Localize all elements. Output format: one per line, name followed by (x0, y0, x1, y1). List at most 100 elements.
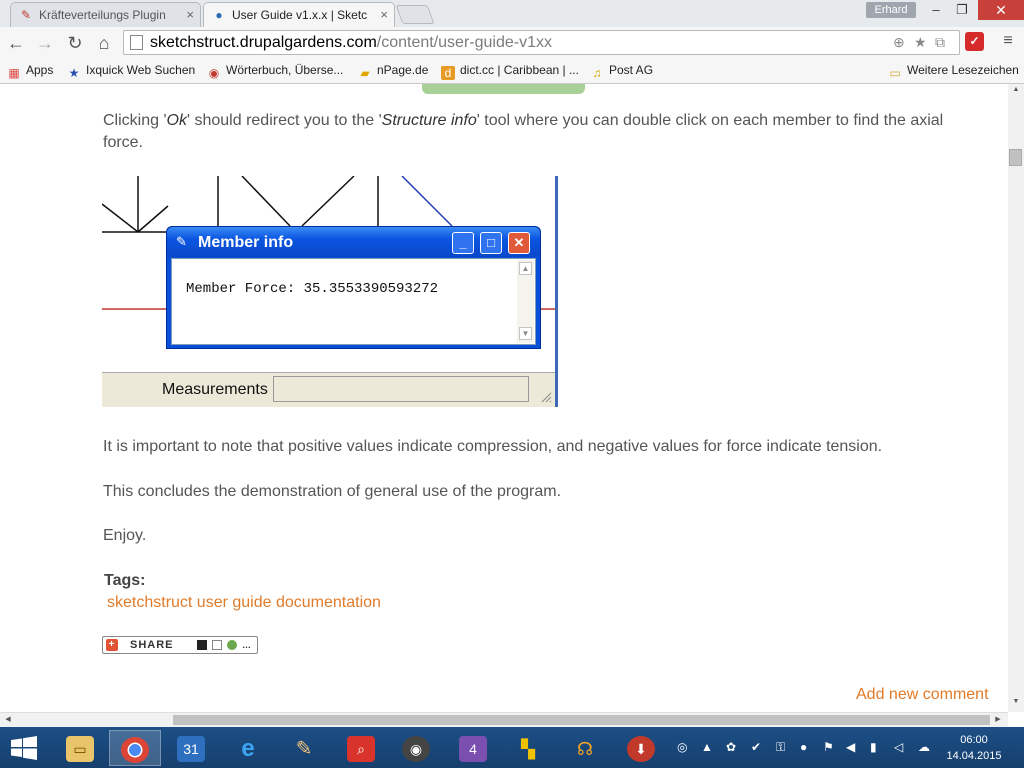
share-button[interactable]: + SHARE … (102, 636, 258, 654)
taskbar-pdf-app[interactable]: ⌕ (335, 730, 387, 766)
share-label: SHARE (130, 639, 174, 651)
taskbar-download-app[interactable]: ⬇ (615, 730, 667, 766)
menu-icon[interactable]: ≡ (998, 31, 1018, 51)
scroll-thumb[interactable] (173, 715, 990, 725)
blocks-icon: ▚ (521, 739, 535, 759)
digg-icon (212, 640, 222, 650)
drupal-icon: ● (215, 8, 223, 22)
tray-red-icon[interactable]: ● (800, 740, 807, 754)
tab-user-guide[interactable]: ● User Guide v1.x.x | Sketch × (203, 2, 395, 27)
windows-taskbar: ▭ 31 e ✎ ⌕ ◉ 4 ▚ ☊ ⬇ ◎ ▲ ✿ ✔ ⚿ ● ⚑ ◀ ▮ ◁… (0, 727, 1024, 768)
globe-icon: ◉ (208, 66, 220, 80)
taskbar-sketchup[interactable]: ✎ (278, 730, 330, 766)
resize-grip-icon[interactable] (540, 391, 552, 403)
dialog-close-icon[interactable]: ✕ (508, 232, 530, 254)
scroll-right-icon[interactable]: ▶ (993, 714, 1003, 726)
tag-link[interactable]: sketchstruct user guide documentation (107, 594, 381, 612)
tags-heading: Tags: (104, 572, 146, 589)
flag-icon[interactable]: ⚑ (823, 740, 834, 754)
scroll-up-icon[interactable]: ▲ (519, 262, 532, 275)
extension-icon[interactable]: ⧉ (935, 34, 945, 51)
tray-app-icon[interactable]: ◎ (677, 740, 687, 754)
paragraph-compression: It is important to note that positive va… (103, 438, 883, 455)
download-icon: ⬇ (627, 736, 655, 762)
browser-titlebar: ✎ Kräfteverteilungs Plugin × ● User Guid… (0, 0, 1024, 27)
bookmark-apps[interactable]: ▦ Apps (7, 63, 53, 80)
bookmark-post-ag[interactable]: ♫ Post AG (590, 63, 654, 80)
taskbar-app-4[interactable]: 4 (447, 730, 499, 766)
bookmarks-bar: ▦ Apps ★ Ixquick Web Suchen ◉ Wörterbuch, Ü… (0, 59, 1024, 84)
measurements-field[interactable] (273, 376, 529, 402)
bookmark-ixquick[interactable]: ★ Ixquick Web Suchen (67, 63, 196, 80)
dialog-maximize-icon[interactable]: □ (480, 232, 502, 254)
tray-tool-icon[interactable]: ✿ (726, 740, 736, 754)
delicious-icon (197, 640, 207, 650)
dialog-minimize-icon[interactable]: _ (452, 232, 474, 254)
bookmark-folder-more[interactable]: ▭ Weitere Lesezeichen (888, 63, 1019, 80)
taskbar-file-explorer[interactable]: ▭ (54, 730, 106, 766)
minimize-icon[interactable]: – (922, 0, 950, 20)
scroll-up-icon[interactable]: ▲ (1008, 84, 1024, 96)
restore-icon[interactable]: ❐ (948, 0, 976, 20)
back-icon[interactable]: ← (5, 32, 27, 54)
tab-kraefteverteilung[interactable]: ✎ Kräfteverteilungs Plugin × (10, 2, 201, 27)
new-tab-button[interactable] (395, 5, 435, 24)
tab-title: User Guide v1.x.x | Sketch (232, 8, 367, 22)
speaker-icon[interactable]: ◀ (846, 740, 855, 754)
page-content: Clicking 'Ok' should redirect you to the… (0, 84, 1008, 712)
url-text[interactable]: sketchstruct.drupalgardens.com/content/u… (150, 34, 552, 52)
window-close-icon[interactable]: ✕ (978, 0, 1024, 20)
taskbar-chrome[interactable] (109, 730, 161, 766)
clock-time: 06:00 (960, 734, 988, 746)
stumble-icon (227, 640, 237, 650)
taskbar-grid-app[interactable]: ▚ (502, 730, 554, 766)
zoom-icon[interactable]: ⊕ (893, 34, 905, 51)
home-icon[interactable]: ⌂ (93, 32, 115, 54)
close-tab-icon[interactable]: × (186, 7, 194, 22)
address-bar[interactable]: sketchstruct.drupalgardens.com/content/u… (123, 30, 960, 55)
signal-bars-icon[interactable]: ▮ (870, 740, 877, 754)
adblock-extension-icon[interactable]: ✓ (965, 32, 984, 51)
taskbar-media-app[interactable]: ◉ (390, 730, 442, 766)
chrome-icon (121, 737, 149, 763)
google-drive-icon[interactable]: ▲ (701, 740, 713, 754)
reload-icon[interactable]: ↻ (64, 32, 86, 54)
user-profile-badge[interactable]: Erhard (866, 2, 916, 18)
measurements-label: Measurements (162, 381, 268, 398)
bookmark-woerterbuch[interactable]: ◉ Wörterbuch, Überse... (207, 63, 344, 80)
dialog-title: Member info (198, 234, 294, 251)
app-statusbar: Measurements (102, 372, 558, 407)
taskbar-internet-explorer[interactable]: e (222, 730, 274, 766)
scroll-left-icon[interactable]: ◀ (3, 714, 13, 726)
app-4-icon: 4 (459, 736, 487, 762)
dialog-scrollbar[interactable]: ▲ ▼ (517, 260, 534, 343)
paragraph-redirect: Clicking 'Ok' should redirect you to the… (103, 112, 944, 151)
folder-icon: ▰ (360, 66, 370, 80)
bookmark-star-icon[interactable]: ★ (914, 34, 927, 51)
close-tab-icon[interactable]: × (380, 7, 388, 22)
windows-start-icon[interactable] (10, 736, 38, 760)
vertical-scrollbar[interactable]: ▲ ▼ (1008, 84, 1024, 712)
forward-icon[interactable]: → (34, 32, 56, 54)
volume-icon[interactable]: ◁ (894, 740, 903, 754)
onedrive-icon[interactable]: ☁ (918, 740, 930, 754)
security-icon[interactable]: ✔ (751, 740, 761, 754)
add-comment-link[interactable]: Add new comment (856, 686, 989, 704)
bookmark-dictcc[interactable]: d dict.cc | Caribbean | ... (441, 63, 579, 80)
bookmark-npage[interactable]: ▰ nPage.de (358, 63, 428, 80)
page-icon (130, 35, 143, 50)
taskbar-calendar[interactable]: 31 (165, 730, 217, 766)
scroll-thumb[interactable] (1009, 149, 1022, 166)
network-lock-icon[interactable]: ⚿ (776, 740, 785, 755)
pencil-icon: ✎ (20, 8, 32, 22)
member-info-dialog: ✎ Member info _ □ ✕ Member Force: 35.355… (166, 226, 541, 349)
folder-icon: ▭ (889, 66, 901, 80)
horizontal-scrollbar[interactable]: ◀ ▶ (0, 712, 1008, 727)
scroll-down-icon[interactable]: ▼ (1008, 696, 1024, 708)
post-horn-icon: ♫ (592, 66, 602, 80)
scroll-down-icon[interactable]: ▼ (519, 327, 532, 340)
figure-border (555, 176, 558, 407)
taskbar-audio-app[interactable]: ☊ (559, 730, 611, 766)
taskbar-clock[interactable]: 06:00 14.04.2015 (944, 732, 1004, 764)
paragraph-conclusion: This concludes the demonstration of gene… (103, 483, 562, 500)
